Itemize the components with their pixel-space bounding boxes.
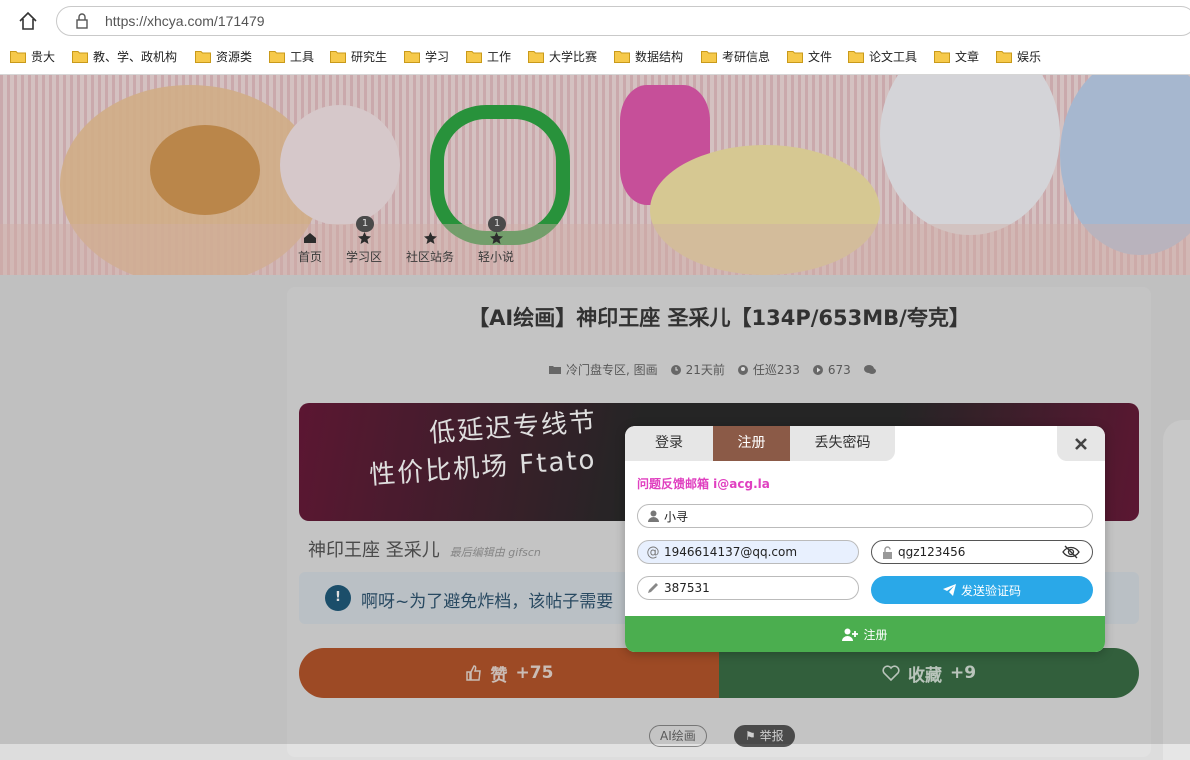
bookmark-label: 工具 bbox=[290, 49, 315, 64]
bookmark-label: 数据结构 bbox=[635, 49, 684, 64]
lock-open-icon bbox=[880, 545, 894, 559]
bookmark-label: 资源类 bbox=[216, 49, 253, 64]
home-icon[interactable] bbox=[14, 8, 42, 34]
bookmark-item[interactable]: 数据结构 bbox=[614, 46, 683, 66]
email-field[interactable]: @ 1946614137@qq.com bbox=[637, 540, 859, 564]
bookmark-item[interactable]: 教、学、政机构 bbox=[72, 46, 177, 66]
lock-icon bbox=[75, 13, 89, 29]
folder-icon bbox=[528, 50, 544, 63]
bookmark-label: 文章 bbox=[955, 49, 980, 64]
bookmark-label: 考研信息 bbox=[722, 49, 771, 64]
bookmark-item[interactable]: 贵大 bbox=[10, 46, 55, 66]
folder-icon bbox=[10, 50, 26, 63]
bookmark-item[interactable]: 工作 bbox=[466, 46, 511, 66]
folder-icon bbox=[614, 50, 630, 63]
auth-modal: 登录 注册 丢失密码 问题反馈邮箱 i@acg.la 小寻 @ 19466141… bbox=[625, 426, 1105, 652]
bookmark-item[interactable]: 大学比赛 bbox=[528, 46, 597, 66]
bookmark-item[interactable]: 研究生 bbox=[330, 46, 387, 66]
folder-icon bbox=[466, 50, 482, 63]
auth-tabs: 登录 注册 丢失密码 bbox=[625, 426, 895, 461]
folder-icon bbox=[269, 50, 285, 63]
eye-slash-icon[interactable] bbox=[1062, 545, 1080, 562]
bookmark-item[interactable]: 考研信息 bbox=[701, 46, 770, 66]
folder-icon bbox=[72, 50, 88, 63]
folder-icon bbox=[787, 50, 803, 63]
bookmark-label: 研究生 bbox=[351, 49, 388, 64]
paper-plane-icon bbox=[942, 584, 956, 596]
folder-icon bbox=[848, 50, 864, 63]
user-icon bbox=[646, 510, 660, 522]
send-code-button[interactable]: 发送验证码 bbox=[871, 576, 1093, 604]
bookmark-label: 娱乐 bbox=[1017, 49, 1042, 64]
folder-icon bbox=[701, 50, 717, 63]
folder-icon bbox=[404, 50, 420, 63]
bookmark-label: 学习 bbox=[425, 49, 450, 64]
bookmark-item[interactable]: 娱乐 bbox=[996, 46, 1041, 66]
verification-code-field[interactable]: 387531 bbox=[637, 576, 859, 600]
close-icon bbox=[1075, 437, 1087, 450]
bookmark-item[interactable]: 资源类 bbox=[195, 46, 252, 66]
bookmarks-bar: 贵大 教、学、政机构 资源类 工具 研究生 学习 工作 大学比赛 数据结构 考研信息 文件 论文工具 文… bbox=[0, 44, 1190, 68]
tab-lost-password[interactable]: 丢失密码 bbox=[790, 426, 895, 461]
bookmark-item[interactable]: 论文工具 bbox=[848, 46, 917, 66]
bookmark-label: 论文工具 bbox=[869, 49, 918, 64]
bookmark-label: 工作 bbox=[487, 49, 512, 64]
username-field[interactable]: 小寻 bbox=[637, 504, 1093, 528]
pencil-icon bbox=[646, 582, 660, 594]
bookmark-item[interactable]: 文件 bbox=[787, 46, 832, 66]
user-plus-icon bbox=[842, 628, 859, 641]
bookmark-label: 大学比赛 bbox=[549, 49, 598, 64]
bookmark-item[interactable]: 工具 bbox=[269, 46, 314, 66]
at-icon: @ bbox=[646, 544, 660, 560]
close-button[interactable] bbox=[1057, 426, 1105, 461]
password-field[interactable]: qgz123456 bbox=[871, 540, 1093, 564]
bookmark-label: 文件 bbox=[808, 49, 833, 64]
bookmark-item[interactable]: 学习 bbox=[404, 46, 449, 66]
feedback-email: 问题反馈邮箱 i@acg.la bbox=[637, 477, 770, 491]
bookmark-label: 教、学、政机构 bbox=[93, 49, 178, 64]
bookmark-item[interactable]: 文章 bbox=[934, 46, 979, 66]
address-bar[interactable]: https://xhcya.com/171479 bbox=[56, 6, 1190, 36]
browser-chrome: https://xhcya.com/171479 贵大 教、学、政机构 资源类 工具 研… bbox=[0, 0, 1190, 75]
bookmark-label: 贵大 bbox=[31, 49, 56, 64]
register-button[interactable]: 注册 bbox=[625, 616, 1105, 652]
folder-icon bbox=[195, 50, 211, 63]
folder-icon bbox=[934, 50, 950, 63]
tab-login[interactable]: 登录 bbox=[625, 426, 713, 461]
url-text: https://xhcya.com/171479 bbox=[105, 13, 265, 29]
folder-icon bbox=[330, 50, 346, 63]
tab-register[interactable]: 注册 bbox=[713, 426, 790, 461]
folder-icon bbox=[996, 50, 1012, 63]
